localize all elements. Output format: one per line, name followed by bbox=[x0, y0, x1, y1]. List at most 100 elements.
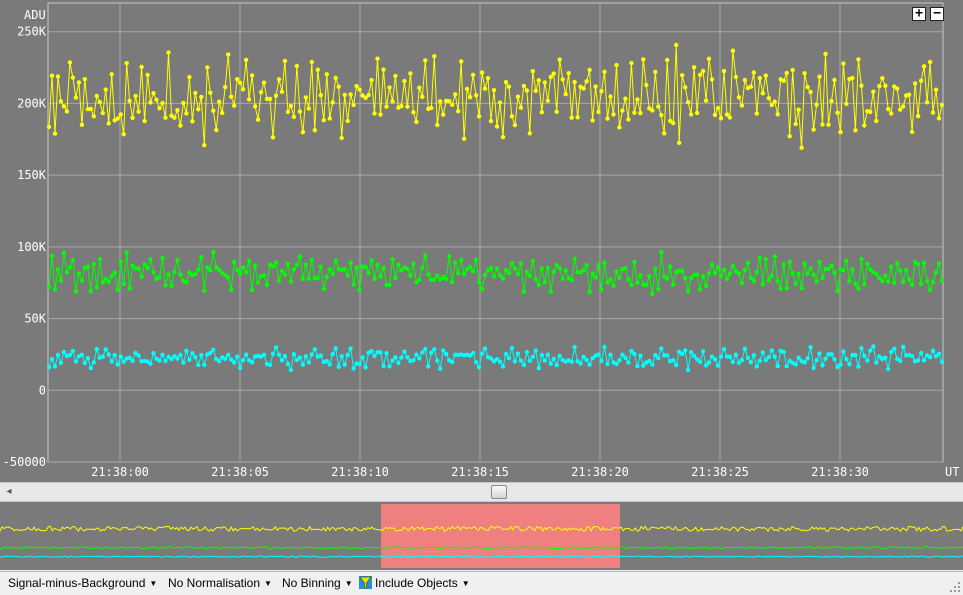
data-point bbox=[494, 124, 500, 129]
data-point bbox=[237, 271, 243, 276]
data-point bbox=[291, 352, 297, 357]
data-point bbox=[357, 361, 362, 367]
data-point bbox=[930, 279, 936, 285]
data-point bbox=[58, 360, 64, 365]
data-point bbox=[680, 268, 685, 274]
data-point bbox=[790, 67, 795, 73]
data-point bbox=[617, 125, 622, 130]
objects-dropdown[interactable]: Include Objects ▼ bbox=[359, 576, 470, 590]
time-scrollbar[interactable]: ◂ bbox=[0, 482, 963, 502]
data-point bbox=[381, 266, 386, 271]
data-point bbox=[118, 354, 123, 359]
data-point bbox=[820, 122, 825, 127]
data-point bbox=[226, 52, 231, 57]
zoom-in-button[interactable]: + bbox=[912, 7, 926, 21]
data-point bbox=[294, 262, 300, 267]
zoom-out-button[interactable]: − bbox=[930, 7, 944, 21]
data-point bbox=[426, 272, 431, 277]
data-point bbox=[518, 105, 524, 110]
data-point bbox=[70, 75, 76, 80]
overview-plot[interactable] bbox=[0, 502, 963, 570]
overview-chart bbox=[0, 504, 963, 568]
data-point bbox=[387, 282, 392, 288]
data-point bbox=[918, 350, 924, 356]
data-point bbox=[49, 253, 55, 258]
data-point bbox=[70, 257, 76, 263]
normalisation-dropdown[interactable]: No Normalisation ▼ bbox=[168, 576, 272, 590]
data-point bbox=[285, 261, 291, 267]
data-point bbox=[363, 264, 368, 270]
scroll-left-icon[interactable]: ◂ bbox=[3, 486, 15, 498]
data-point bbox=[811, 127, 816, 132]
data-point bbox=[727, 354, 733, 359]
data-point bbox=[121, 132, 126, 137]
data-point bbox=[712, 112, 718, 118]
data-point bbox=[270, 351, 276, 356]
y-tick-label: -50000 bbox=[3, 455, 46, 469]
data-point bbox=[375, 262, 380, 267]
data-point bbox=[453, 92, 458, 97]
data-point bbox=[249, 287, 255, 293]
data-point bbox=[202, 362, 207, 368]
binning-dropdown[interactable]: No Binning ▼ bbox=[282, 576, 353, 590]
data-point bbox=[611, 283, 616, 288]
data-point bbox=[160, 100, 165, 106]
data-point bbox=[727, 115, 733, 120]
data-point bbox=[444, 276, 449, 282]
data-point bbox=[464, 86, 470, 92]
data-point bbox=[115, 362, 120, 367]
scroll-thumb[interactable] bbox=[491, 485, 507, 499]
lightcurve-plot[interactable]: -50000 0 50K 100K 150K 200K 250K 21:38:00 21:38:… bbox=[0, 0, 963, 482]
data-point bbox=[393, 275, 398, 281]
data-point bbox=[273, 93, 279, 99]
data-point bbox=[871, 344, 876, 349]
data-point bbox=[921, 260, 927, 266]
data-point bbox=[557, 57, 562, 62]
data-point bbox=[351, 282, 356, 287]
data-point bbox=[632, 351, 637, 357]
data-point bbox=[506, 271, 512, 276]
signal-mode-dropdown[interactable]: Signal-minus-Background ▼ bbox=[8, 576, 157, 590]
data-point bbox=[196, 267, 201, 272]
data-point bbox=[375, 56, 380, 61]
data-point bbox=[584, 357, 589, 363]
x-tick-label: 21:38:20 bbox=[571, 465, 629, 479]
data-point bbox=[330, 351, 335, 357]
data-point bbox=[602, 344, 607, 350]
data-point bbox=[521, 83, 527, 89]
data-point bbox=[246, 97, 252, 102]
data-point bbox=[572, 256, 577, 262]
data-point bbox=[602, 260, 607, 265]
data-point bbox=[503, 79, 509, 85]
resize-grip-icon[interactable] bbox=[949, 581, 961, 593]
data-point bbox=[933, 270, 939, 275]
data-point bbox=[650, 108, 655, 113]
data-point bbox=[175, 108, 180, 113]
data-point bbox=[441, 348, 446, 353]
data-point bbox=[136, 353, 141, 358]
data-point bbox=[518, 261, 524, 266]
data-point bbox=[856, 286, 861, 291]
data-point bbox=[700, 349, 706, 354]
data-point bbox=[895, 86, 900, 91]
data-point bbox=[470, 350, 476, 356]
data-point bbox=[235, 354, 240, 359]
data-point bbox=[321, 118, 326, 123]
data-point bbox=[279, 358, 285, 363]
data-point bbox=[685, 100, 691, 105]
data-point bbox=[880, 76, 885, 81]
data-point bbox=[420, 265, 425, 270]
data-point bbox=[91, 360, 97, 365]
data-point bbox=[539, 352, 544, 358]
data-point bbox=[927, 59, 933, 65]
data-point bbox=[569, 115, 574, 120]
data-point bbox=[52, 131, 58, 136]
data-point bbox=[447, 254, 452, 259]
data-point bbox=[273, 345, 279, 350]
data-point bbox=[438, 99, 443, 104]
data-point bbox=[136, 266, 141, 271]
data-point bbox=[703, 283, 709, 288]
data-point bbox=[205, 65, 210, 70]
data-point bbox=[169, 283, 174, 288]
data-point bbox=[763, 257, 768, 262]
